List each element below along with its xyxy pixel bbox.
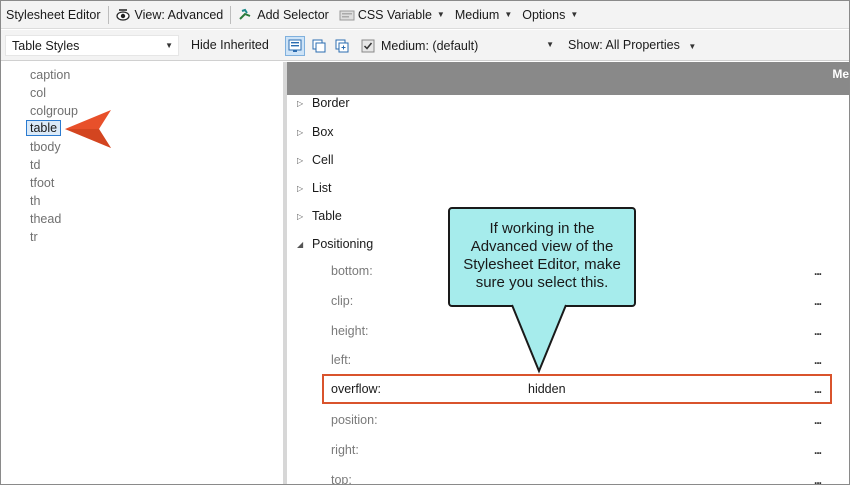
property-overflow[interactable]: overflow: [331, 382, 381, 396]
expand-triangle-icon: ▷ [297, 211, 304, 221]
styles-combo-value: Table Styles [12, 38, 80, 53]
more-button[interactable]: ... [814, 324, 822, 338]
options-menu[interactable]: Options ▼ [517, 1, 583, 29]
selector-item[interactable]: th [30, 194, 40, 208]
selector-item[interactable]: tfoot [30, 176, 54, 190]
callout-text: If working in the Advanced view of the S… [463, 220, 621, 291]
chevron-down-icon: ▼ [436, 10, 445, 19]
selector-item[interactable]: td [30, 158, 40, 172]
property-top[interactable]: top: [331, 473, 352, 484]
chevron-down-icon: ▼ [570, 10, 579, 19]
medium-menu-label: Medium [454, 7, 500, 22]
copy-view-button[interactable] [309, 36, 329, 56]
category-cell[interactable]: ▷ Cell [297, 153, 334, 167]
add-view-button[interactable] [332, 36, 352, 56]
more-button[interactable]: ... [814, 473, 822, 484]
category-table[interactable]: ▷ Table [297, 209, 342, 223]
selector-item[interactable]: tr [30, 230, 38, 244]
category-border[interactable]: ▷ Border [297, 96, 350, 110]
property-grid-header: Me [287, 62, 849, 95]
chevron-down-icon: ▼ [165, 41, 173, 50]
more-button[interactable]: ... [814, 353, 822, 367]
selector-list-panel: caption col colgroup table tbody td tfoo… [1, 62, 283, 484]
options-menu-label: Options [522, 7, 566, 22]
checkbox-checked-icon [361, 39, 375, 53]
css-variable-button[interactable]: CSS Variable ▼ [334, 1, 450, 29]
property-bottom[interactable]: bottom: [331, 264, 373, 278]
css-variable-label: CSS Variable [357, 7, 432, 22]
toolbar-divider [107, 5, 109, 24]
collapse-triangle-icon: ◢ [297, 239, 304, 249]
header-label: Me [832, 67, 849, 81]
expand-triangle-icon: ▷ [297, 98, 304, 108]
css-variable-icon [339, 8, 355, 22]
chevron-down-icon: ▼ [688, 42, 697, 51]
category-label: List [312, 181, 332, 195]
toolbar-divider [230, 5, 232, 24]
more-button[interactable]: ... [814, 413, 822, 427]
property-right[interactable]: right: [331, 443, 359, 457]
selector-item[interactable]: thead [30, 212, 61, 226]
selector-item[interactable]: tbody [30, 140, 61, 154]
chevron-down-icon: ▼ [504, 10, 513, 19]
medium-combo-value: Medium: (default) [381, 38, 479, 53]
category-label: Border [312, 96, 350, 110]
add-selector-button[interactable]: Add Selector [233, 1, 334, 29]
view-advanced-button[interactable]: View: Advanced [111, 1, 229, 29]
property-height[interactable]: height: [331, 324, 369, 338]
property-overflow-value[interactable]: hidden [528, 382, 566, 396]
category-positioning[interactable]: ◢ Positioning [297, 237, 373, 251]
overflow-row-highlight [322, 374, 832, 404]
medium-combo[interactable]: Medium: (default) ▼ [375, 35, 559, 56]
hide-inherited-button[interactable]: Hide Inherited [191, 38, 269, 52]
secondary-toolbar: Table Styles ▼ Hide Inherited Medium: (d… [1, 30, 849, 61]
property-left[interactable]: left: [331, 353, 351, 367]
more-button[interactable]: ... [814, 264, 822, 278]
expand-triangle-icon: ▷ [297, 155, 304, 165]
expand-triangle-icon: ▷ [297, 127, 304, 137]
copy-icon [312, 39, 326, 53]
view-eye-icon [115, 8, 130, 22]
add-copy-icon [335, 39, 349, 53]
category-label: Cell [312, 153, 334, 167]
selector-item[interactable]: caption [30, 68, 70, 82]
callout-pointer [511, 303, 567, 374]
more-button[interactable]: ... [814, 443, 822, 457]
medium-menu[interactable]: Medium ▼ [450, 1, 517, 29]
category-label: Table [312, 209, 342, 223]
property-position[interactable]: position: [331, 413, 378, 427]
advanced-view-toggle[interactable] [285, 36, 305, 56]
stylesheet-editor-window: Stylesheet Editor View: Advanced Add Sel… [0, 0, 850, 485]
more-button[interactable]: ... [814, 294, 822, 308]
chevron-down-icon: ▼ [546, 40, 554, 49]
category-box[interactable]: ▷ Box [297, 125, 334, 139]
category-list[interactable]: ▷ List [297, 181, 331, 195]
property-clip[interactable]: clip: [331, 294, 353, 308]
selector-item-selected[interactable]: table [26, 120, 62, 136]
add-selector-icon [238, 8, 252, 22]
pointer-arrow-icon [65, 110, 111, 148]
advanced-view-icon [288, 39, 302, 52]
category-label: Positioning [312, 237, 374, 251]
selector-item[interactable]: col [30, 86, 46, 100]
main-toolbar: Stylesheet Editor View: Advanced Add Sel… [1, 1, 849, 29]
add-selector-label: Add Selector [257, 7, 329, 22]
show-properties-menu[interactable]: Show: All Properties ▼ [568, 38, 696, 52]
show-properties-label: Show: All Properties [568, 38, 680, 52]
editor-title: Stylesheet Editor [6, 7, 101, 22]
view-advanced-label: View: Advanced [134, 7, 224, 22]
more-button[interactable]: ... [814, 382, 822, 396]
expand-triangle-icon: ▷ [297, 183, 304, 193]
styles-combo[interactable]: Table Styles ▼ [5, 35, 179, 56]
category-label: Box [312, 125, 334, 139]
